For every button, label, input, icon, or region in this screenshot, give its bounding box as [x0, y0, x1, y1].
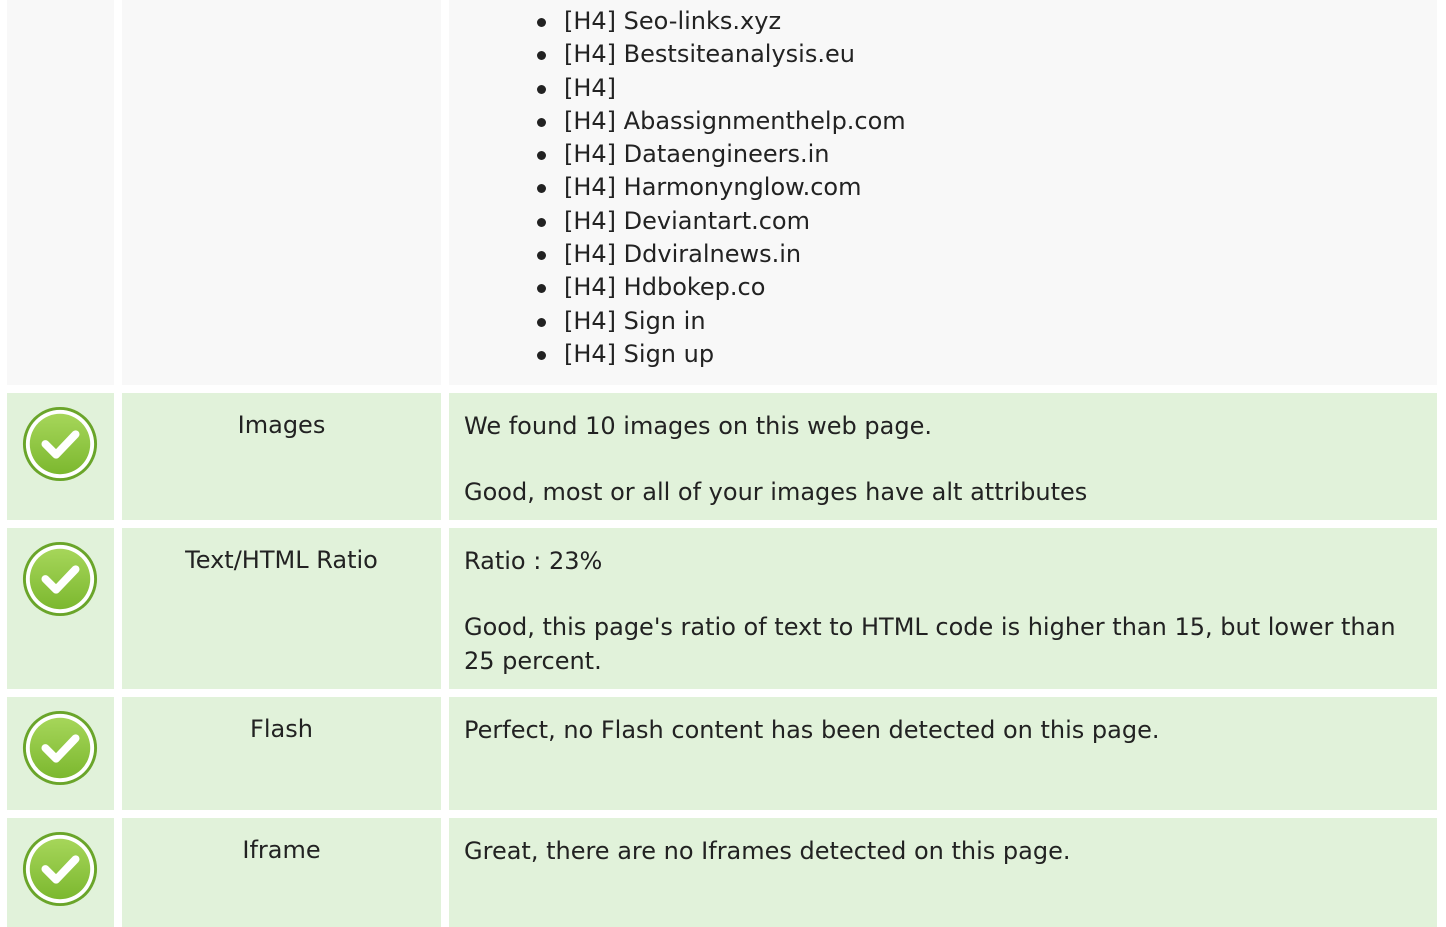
heading-list: [H4] Seo-links.xyz [H4] Bestsiteanalysis… [537, 5, 906, 371]
check-name: Flash [250, 715, 313, 743]
iframe-desc-cell: Great, there are no Iframes detected on … [449, 818, 1437, 927]
heading-list-item: [H4] Sign in [537, 305, 906, 338]
flash-icon-cell [7, 697, 114, 810]
headings-row: [H4] Seo-links.xyz [H4] Bestsiteanalysis… [0, 0, 1446, 385]
check-result-text: Ratio : 23% [464, 547, 603, 575]
check-circle-icon [22, 406, 98, 482]
heading-list-item: [H4] Hdbokep.co [537, 271, 906, 304]
heading-list-item: [H4] Sign up [537, 338, 906, 371]
iframe-name-cell: Iframe [122, 818, 441, 927]
check-result-text: Perfect, no Flash content has been detec… [464, 716, 1160, 744]
headings-icon-cell [7, 0, 114, 385]
heading-list-item: [H4] Deviantart.com [537, 205, 906, 238]
images-icon-cell [7, 393, 114, 520]
text-html-ratio-check-row: Text/HTML Ratio Ratio : 23% Good, this p… [0, 528, 1446, 689]
headings-desc-cell: [H4] Seo-links.xyz [H4] Bestsiteanalysis… [449, 0, 1437, 385]
heading-list-item: [H4] Harmonynglow.com [537, 171, 906, 204]
images-desc-cell: We found 10 images on this web page. Goo… [449, 393, 1437, 520]
ratio-name-cell: Text/HTML Ratio [122, 528, 441, 689]
check-circle-icon [22, 541, 98, 617]
check-description: We found 10 images on this web page. Goo… [464, 409, 1397, 509]
ratio-icon-cell [7, 528, 114, 689]
heading-list-item: [H4] Bestsiteanalysis.eu [537, 38, 906, 71]
check-description: Great, there are no Iframes detected on … [464, 834, 1397, 868]
check-description: Perfect, no Flash content has been detec… [464, 713, 1397, 747]
images-check-row: Images We found 10 images on this web pa… [0, 393, 1446, 520]
check-name: Text/HTML Ratio [185, 546, 378, 574]
flash-check-row: Flash Perfect, no Flash content has been… [0, 697, 1446, 810]
ratio-desc-cell: Ratio : 23% Good, this page's ratio of t… [449, 528, 1437, 689]
check-advice-text: Good, this page's ratio of text to HTML … [464, 613, 1396, 675]
check-name: Iframe [242, 836, 321, 864]
heading-list-item: [H4] Seo-links.xyz [537, 5, 906, 38]
images-name-cell: Images [122, 393, 441, 520]
check-advice-text: Good, most or all of your images have al… [464, 478, 1088, 506]
heading-list-item: [H4] Abassignmenthelp.com [537, 105, 906, 138]
iframe-icon-cell [7, 818, 114, 927]
flash-name-cell: Flash [122, 697, 441, 810]
iframe-check-row: Iframe Great, there are no Iframes detec… [0, 818, 1446, 927]
check-description: Ratio : 23% Good, this page's ratio of t… [464, 544, 1397, 678]
headings-name-cell [122, 0, 441, 385]
heading-list-item: [H4] Ddviralnews.in [537, 238, 906, 271]
flash-desc-cell: Perfect, no Flash content has been detec… [449, 697, 1437, 810]
check-result-text: We found 10 images on this web page. [464, 412, 932, 440]
check-result-text: Great, there are no Iframes detected on … [464, 837, 1071, 865]
heading-list-item: [H4] Dataengineers.in [537, 138, 906, 171]
check-circle-icon [22, 710, 98, 786]
heading-list-item: [H4] [537, 72, 906, 105]
check-name: Images [237, 411, 326, 439]
check-circle-icon [22, 831, 98, 907]
